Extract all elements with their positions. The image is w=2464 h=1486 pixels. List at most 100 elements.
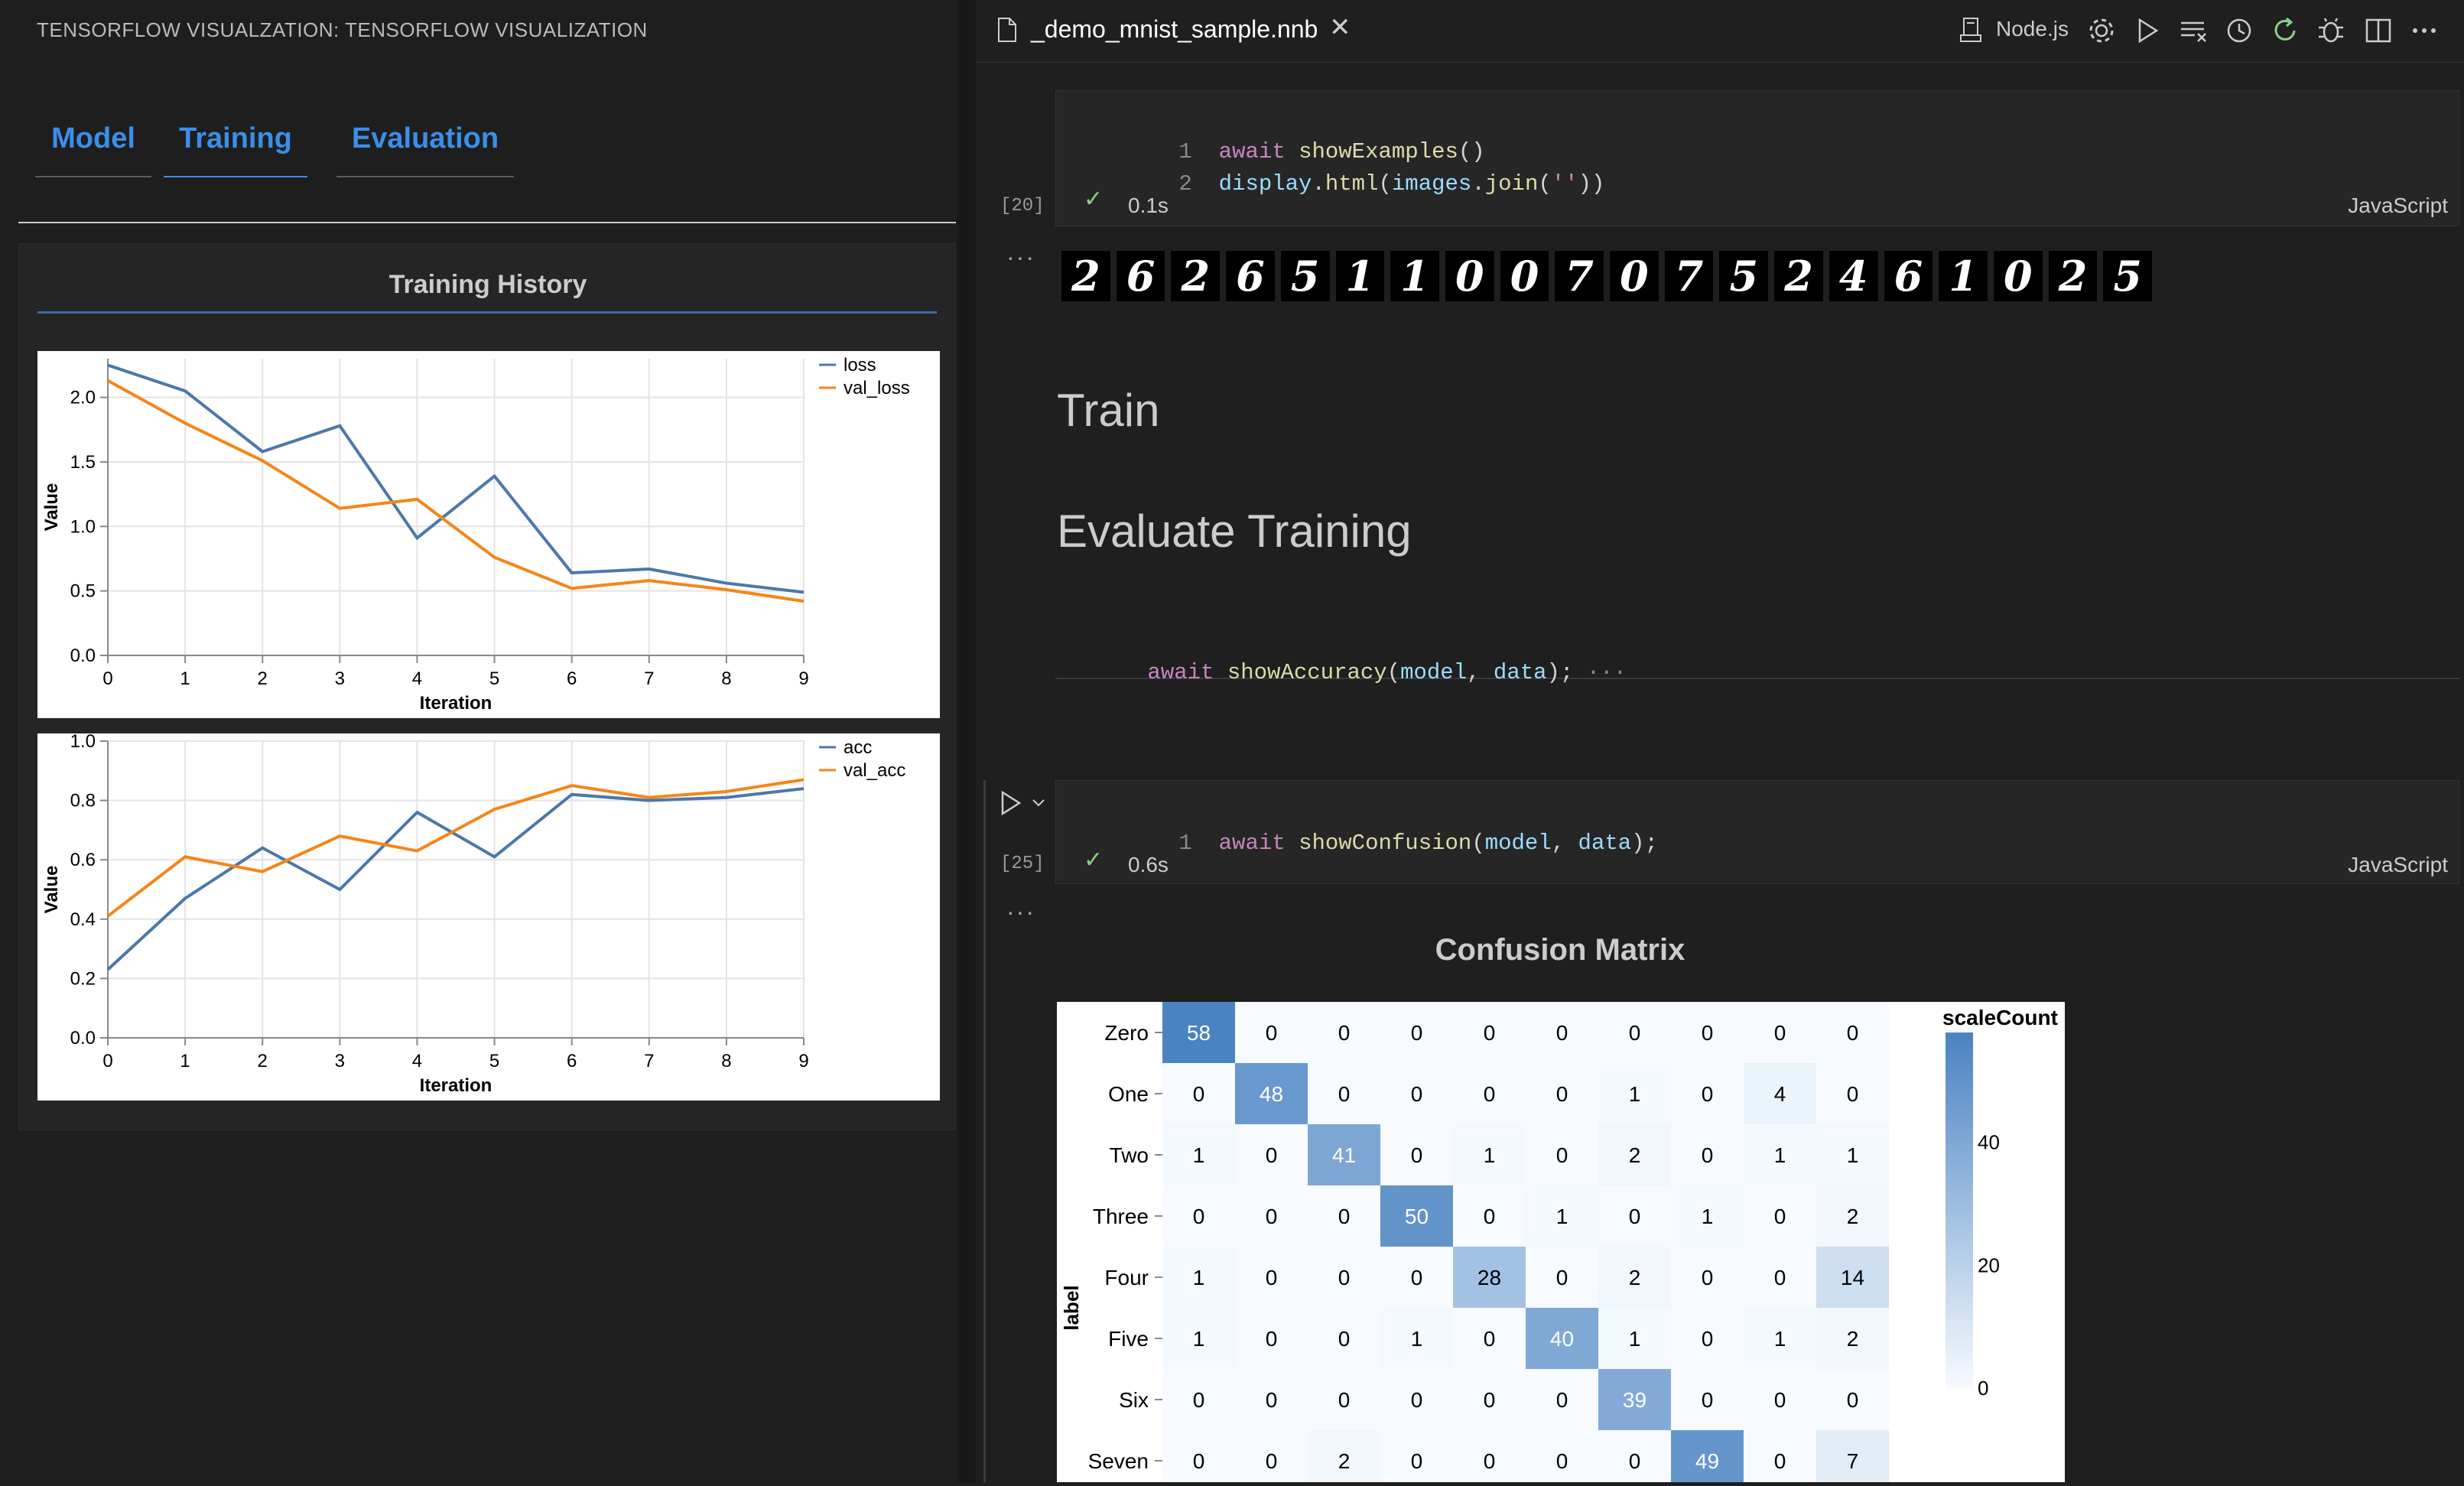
digit-image: 4: [1828, 251, 1878, 301]
code-token: model: [1400, 660, 1468, 685]
code-token: showConfusion: [1299, 831, 1472, 856]
cell-value: 0: [1702, 1082, 1714, 1106]
tab-label: Model: [51, 122, 135, 154]
tab-underline: [336, 176, 514, 177]
training-history-panel: Training History 0 1 2 3 4 5 6 7 8 9 0.0 0.5 1.0 1.5 2…: [18, 243, 956, 1130]
legend-tick-label: 20: [1978, 1254, 2000, 1276]
split-editor-icon[interactable]: [2363, 15, 2394, 46]
restart-icon[interactable]: [2270, 15, 2300, 46]
chevron-down-icon[interactable]: [1031, 795, 1046, 811]
tab-label: Evaluation: [351, 122, 499, 154]
y-tick-label: 0.0: [70, 645, 96, 666]
cell-value: 0: [1338, 1021, 1351, 1045]
code-token: '': [1551, 171, 1578, 197]
code-token: .: [1471, 171, 1485, 197]
section-rule: [37, 311, 937, 314]
code-token: display: [1218, 171, 1312, 197]
cell-value: 2: [1338, 1449, 1351, 1473]
cell-value: 50: [1405, 1205, 1429, 1228]
editor-tab[interactable]: _demo_mnist_sample.nnb ✕: [976, 0, 1351, 61]
markdown-heading-evaluate[interactable]: Evaluate Training: [1057, 505, 1412, 558]
legend-title: scaleCount: [1942, 1006, 2058, 1029]
cell-language[interactable]: JavaScript: [2348, 193, 2448, 218]
kernel-label[interactable]: Node.js: [1996, 17, 2069, 41]
cell-value: 1: [1629, 1327, 1641, 1351]
code-token: html: [1325, 171, 1379, 197]
more-icon[interactable]: [2409, 15, 2440, 46]
cell-value: 0: [1266, 1266, 1278, 1289]
legend-label: val_acc: [844, 760, 905, 781]
close-icon[interactable]: ✕: [1329, 12, 1351, 43]
output-menu-icon[interactable]: ···: [1006, 898, 1035, 926]
cell-value: 0: [1702, 1388, 1714, 1412]
cell-language[interactable]: JavaScript: [2348, 853, 2448, 877]
digit-image: 1: [1335, 251, 1385, 301]
x-tick-label: 5: [489, 668, 499, 689]
cell-value: 2: [1629, 1143, 1641, 1167]
digit-image: 1: [1390, 251, 1439, 301]
digit-image: 0: [1993, 251, 2043, 301]
history-icon[interactable]: [2224, 15, 2254, 46]
code-line-1[interactable]: 1 await showConfusion(model, data);: [1099, 805, 1658, 881]
cell-value: 1: [1629, 1082, 1641, 1106]
kernel-icon[interactable]: [1958, 17, 1984, 44]
cell-value: 0: [1556, 1082, 1568, 1106]
code-token: .: [1312, 171, 1325, 197]
x-tick-label: 7: [644, 668, 654, 689]
code-cell-confusion[interactable]: 1 await showConfusion(model, data); ✓ 0.…: [1055, 780, 2459, 884]
x-tick-label: 7: [644, 1051, 654, 1071]
cell-value: 0: [1266, 1327, 1278, 1351]
line-number: 2: [1178, 171, 1192, 197]
x-tick-label: 3: [335, 1051, 345, 1071]
cell-value: 0: [1774, 1449, 1786, 1473]
legend-label: loss: [844, 355, 876, 376]
code-token: images: [1391, 171, 1472, 197]
tab-training[interactable]: Training: [164, 115, 307, 177]
x-tick-label: 0: [102, 1051, 112, 1071]
gear-icon[interactable]: [2086, 15, 2117, 46]
cell-value: 1: [1411, 1327, 1423, 1351]
cell-value: 0: [1774, 1021, 1786, 1045]
run-all-icon[interactable]: [2132, 15, 2163, 46]
y-tick-label: 0.6: [70, 850, 96, 870]
tab-underline: [35, 176, 151, 177]
pane-divider[interactable]: [957, 0, 976, 1482]
cell-value: 0: [1411, 1143, 1423, 1167]
x-axis-title: Iteration: [420, 1075, 492, 1096]
x-tick-label: 3: [335, 668, 345, 689]
cell-value: 1: [1847, 1143, 1859, 1167]
output-menu-icon[interactable]: ···: [1006, 243, 1035, 272]
collapsed-marker[interactable]: ···: [1587, 660, 1627, 685]
tab-model[interactable]: Model: [35, 115, 151, 177]
y-axis-title: Value: [41, 483, 62, 532]
cell-value: 0: [1411, 1266, 1423, 1289]
collapsed-cell-accuracy[interactable]: await showAccuracy(model, data); ···: [1055, 616, 2459, 685]
y-tick-label: 2.0: [70, 388, 96, 408]
x-tick-label: 4: [412, 668, 422, 689]
legend-label: val_loss: [844, 378, 910, 398]
cell-value: 0: [1411, 1388, 1423, 1412]
legend-label: acc: [844, 737, 872, 758]
digit-image: 7: [1555, 251, 1604, 301]
clear-outputs-icon[interactable]: [2178, 15, 2209, 46]
y-tick-label: 0.2: [70, 968, 96, 989]
cell-value: 0: [1774, 1205, 1786, 1228]
confusion-matrix-svg: 58 0 0 0 0 0 0 0 0 0Zero0 48 0 0 0 0 1 0 4 0One1 0 41 0 1 0 2 0 1 1…: [1060, 1002, 2058, 1486]
run-cell-icon[interactable]: [999, 789, 1023, 817]
code-token: await: [1147, 660, 1227, 685]
tab-evaluation[interactable]: Evaluation: [336, 115, 514, 177]
cell-focus-bar: [983, 780, 986, 1482]
markdown-heading-train[interactable]: Train: [1057, 384, 1159, 437]
cell-value: 0: [1484, 1205, 1496, 1228]
x-tick-label: 0: [102, 668, 112, 689]
cell-value: 0: [1484, 1388, 1496, 1412]
y-tick-label: 1.0: [70, 516, 96, 537]
y-tick-label: 0.4: [70, 909, 96, 930]
cell-value: 0: [1702, 1021, 1714, 1045]
code-line-2[interactable]: 2 display.html(images.join('')): [1099, 146, 1604, 222]
cell-value: 0: [1556, 1388, 1568, 1412]
cell-value: 0: [1193, 1082, 1205, 1106]
debug-icon[interactable]: [2316, 15, 2346, 46]
code-cell-examples[interactable]: 1 await showExamples() 2 display.html(im…: [1055, 90, 2459, 226]
row-label: Two: [1110, 1143, 1149, 1167]
